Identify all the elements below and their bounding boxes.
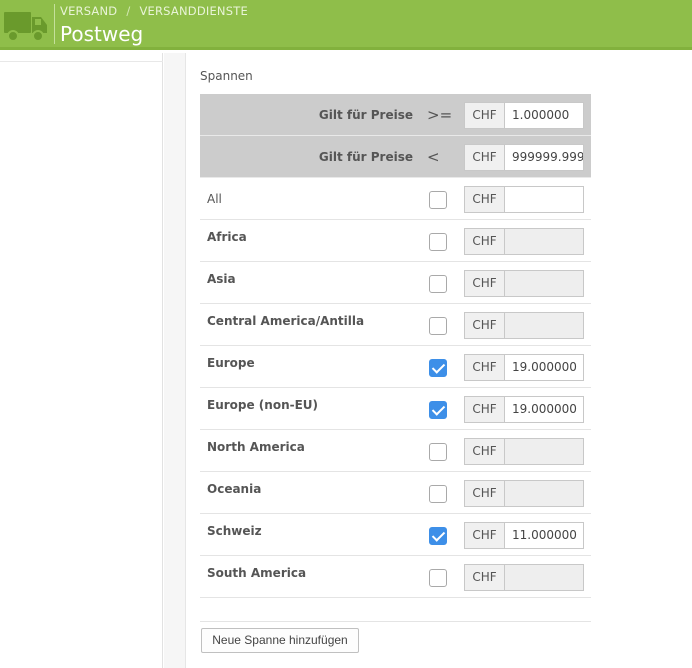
section-title: Spannen (200, 69, 253, 83)
zone-checkbox[interactable] (429, 527, 447, 545)
currency-addon: CHF (464, 270, 505, 297)
breadcrumb-item-versand[interactable]: VERSAND (60, 4, 117, 18)
zone-checkbox[interactable] (429, 275, 447, 293)
page-title: Postweg (60, 22, 144, 46)
range-to-input[interactable]: 999999.999 (504, 144, 584, 171)
zone-row-north-america: North America CHF (200, 430, 591, 472)
zone-row-africa: Africa CHF (200, 220, 591, 262)
zone-label: Schweiz (207, 524, 262, 538)
zone-checkbox[interactable] (429, 485, 447, 503)
sidebar (0, 53, 163, 668)
zone-row-central-america: Central America/Antilla CHF (200, 304, 591, 346)
page-header: VERSAND / VERSANDDIENSTE Postweg (0, 0, 692, 50)
zone-label: Europe (207, 356, 255, 370)
zone-row-schweiz: Schweiz CHF 11.000000 (200, 514, 591, 556)
zone-checkbox[interactable] (429, 359, 447, 377)
zone-row-asia: Asia CHF (200, 262, 591, 304)
currency-addon: CHF (464, 354, 505, 381)
zone-label: South America (207, 566, 307, 580)
range-from-input[interactable]: 1.000000 (504, 102, 584, 129)
zone-row-south-america: South America CHF (200, 556, 591, 598)
zone-label: Asia (207, 272, 236, 286)
zone-row-europe-non-eu: Europe (non-EU) CHF 19.000000 (200, 388, 591, 430)
add-range-button[interactable]: Neue Spanne hinzufügen (201, 628, 359, 653)
zone-checkbox[interactable] (429, 569, 447, 587)
range-row-to: Gilt für Preise < CHF 999999.999 (200, 136, 591, 178)
zone-row-europe: Europe CHF 19.000000 (200, 346, 591, 388)
zone-row-oceania: Oceania CHF (200, 472, 591, 514)
currency-addon: CHF (464, 396, 505, 423)
sidebar-divider (0, 61, 163, 62)
zone-label: Oceania (207, 482, 262, 496)
truck-icon (4, 12, 47, 42)
zone-checkbox[interactable] (429, 401, 447, 419)
breadcrumb: VERSAND / VERSANDDIENSTE (60, 4, 248, 18)
zone-price-input[interactable] (504, 564, 584, 591)
currency-addon: CHF (464, 312, 505, 339)
zone-label: All (207, 192, 222, 206)
zone-label: Central America/Antilla (207, 314, 365, 328)
zone-label: North America (207, 440, 305, 454)
currency-addon: CHF (464, 438, 505, 465)
zone-label: Africa (207, 230, 247, 244)
zone-checkbox[interactable] (429, 443, 447, 461)
zone-price-input[interactable] (504, 480, 584, 507)
zone-price-input[interactable] (504, 312, 584, 339)
actions-divider (200, 621, 591, 622)
breadcrumb-item-versanddienste[interactable]: VERSANDDIENSTE (139, 4, 247, 18)
currency-addon: CHF (464, 186, 505, 213)
zone-price-input[interactable] (504, 228, 584, 255)
range-operator: < (427, 148, 440, 166)
currency-addon: CHF (464, 480, 505, 507)
range-label: Gilt für Preise (318, 150, 413, 164)
zone-price-input[interactable]: 19.000000 (504, 354, 584, 381)
range-row-from: Gilt für Preise >= CHF 1.000000 (200, 94, 591, 136)
zone-checkbox[interactable] (429, 233, 447, 251)
zone-checkbox[interactable] (429, 191, 447, 209)
header-divider (54, 4, 55, 44)
zone-row-all: All CHF (200, 178, 591, 220)
currency-addon: CHF (464, 228, 505, 255)
range-label: Gilt für Preise (318, 108, 413, 122)
zone-price-input[interactable]: 19.000000 (504, 396, 584, 423)
zone-price-input[interactable] (504, 186, 584, 213)
range-operator: >= (427, 106, 453, 124)
currency-addon: CHF (464, 564, 505, 591)
currency-addon: CHF (464, 144, 505, 171)
currency-addon: CHF (464, 522, 505, 549)
zone-price-input[interactable]: 11.000000 (504, 522, 584, 549)
zone-price-input[interactable] (504, 438, 584, 465)
breadcrumb-separator: / (126, 4, 131, 18)
zone-checkbox[interactable] (429, 317, 447, 335)
currency-addon: CHF (464, 102, 505, 129)
zone-price-input[interactable] (504, 270, 584, 297)
zone-label: Europe (non-EU) (207, 398, 319, 412)
